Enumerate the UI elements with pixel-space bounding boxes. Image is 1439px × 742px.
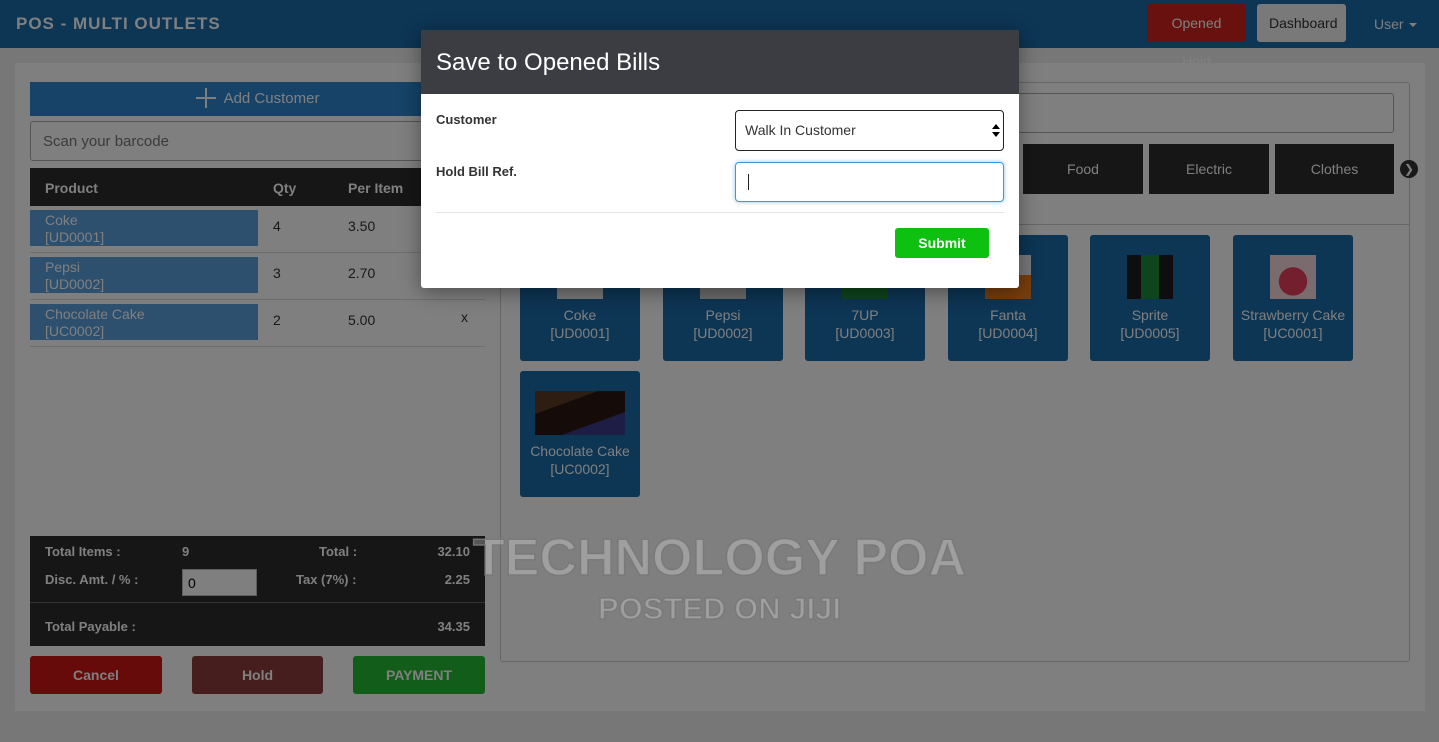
hold-ref-label: Hold Bill Ref. xyxy=(436,164,517,179)
watermark-title: TECHNOLOGY POA xyxy=(472,528,967,588)
save-opened-bills-modal: Save to Opened Bills Customer Walk In Cu… xyxy=(421,30,1019,288)
modal-divider xyxy=(436,212,1004,213)
customer-select[interactable]: Walk In Customer xyxy=(735,110,1004,151)
text-cursor xyxy=(748,174,749,190)
modal-title: Save to Opened Bills xyxy=(421,30,1019,94)
watermark-subtitle: POSTED ON JIJI xyxy=(597,590,841,627)
submit-button[interactable]: Submit xyxy=(895,228,989,258)
select-arrows-icon xyxy=(992,124,1000,138)
customer-selected-value: Walk In Customer xyxy=(745,122,856,138)
customer-label: Customer xyxy=(436,112,497,127)
hold-ref-input[interactable] xyxy=(735,162,1004,202)
